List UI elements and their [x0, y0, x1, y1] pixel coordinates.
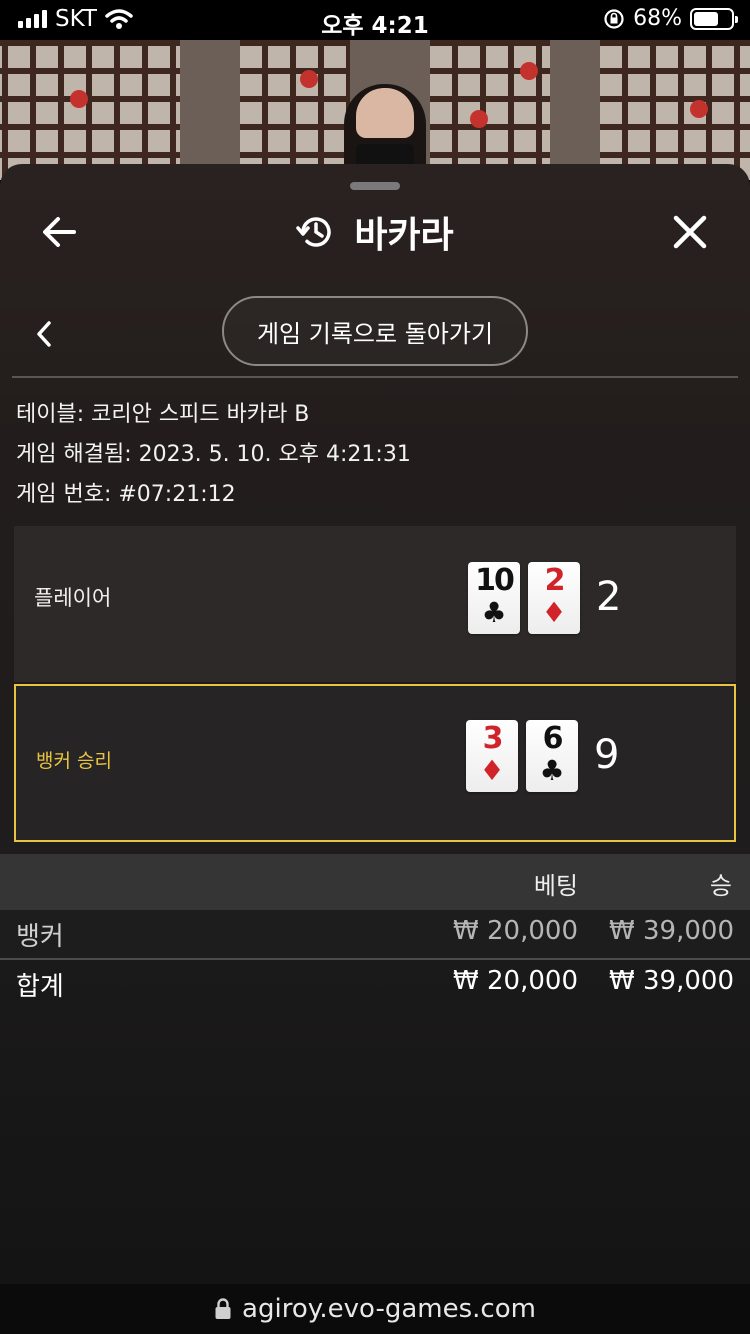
back-to-history-button[interactable]: 게임 기록으로 돌아가기 [222, 296, 528, 366]
total-row: 합계 ₩ 20,000 ₩ 39,000 [0, 960, 750, 1008]
card-suit: ♦ [541, 596, 567, 629]
card-rank: 3 [482, 721, 504, 756]
panel-header: 바카라 [0, 206, 750, 258]
blossom [520, 62, 538, 80]
sub-back-button[interactable] [30, 316, 60, 352]
bet-type-label: 뱅커 [16, 922, 64, 952]
playing-card: 2 ♦ [528, 562, 580, 634]
url-text: agiroy.evo-games.com [242, 1294, 536, 1324]
resolved-time: 게임 해결됨: 2023. 5. 10. 오후 4:21:31 [16, 442, 411, 467]
chevron-left-icon [37, 321, 51, 347]
total-win-amount: ₩ 39,000 [609, 966, 734, 996]
lattice-panel [0, 40, 180, 180]
win-column-header: 승 [709, 872, 732, 900]
lattice-panel [430, 40, 550, 180]
player-result-row: 플레이어 10 ♣ 2 ♦ 2 [14, 526, 736, 682]
live-video-background [0, 40, 750, 180]
browser-url-bar[interactable]: agiroy.evo-games.com [0, 1284, 750, 1334]
history-icon [296, 217, 332, 247]
lock-icon [215, 1298, 231, 1319]
close-icon [673, 215, 707, 249]
bet-table-header: 베팅 승 [0, 854, 750, 910]
banker-score: 9 [594, 732, 620, 778]
divider [12, 376, 738, 378]
page-title: 바카라 [354, 215, 454, 256]
blossom [70, 90, 88, 108]
banker-result-row: 뱅커 승리 3 ♦ 6 ♣ 9 [14, 684, 736, 842]
blossom [300, 70, 318, 88]
total-label: 합계 [16, 972, 64, 1002]
history-panel: 바카라 게임 기록으로 돌아가기 테이블: 코리안 스피드 바카라 B 게임 해… [0, 164, 750, 1284]
status-bar: SKT 오후 4:21 68% [0, 0, 750, 40]
lattice-panel [600, 40, 750, 180]
dealer-face [356, 88, 414, 138]
blossom [470, 110, 488, 128]
card-rank: 6 [542, 721, 564, 756]
lattice-panel [240, 40, 350, 180]
card-suit: ♣ [539, 754, 565, 787]
table-name: 테이블: 코리안 스피드 바카라 B [16, 402, 310, 427]
playing-card: 6 ♣ [526, 720, 578, 792]
win-amount: ₩ 39,000 [609, 916, 734, 946]
total-bet-amount: ₩ 20,000 [453, 966, 578, 996]
bet-amount: ₩ 20,000 [453, 916, 578, 946]
game-number: 게임 번호: #07:21:12 [16, 482, 236, 507]
table-row: 뱅커 ₩ 20,000 ₩ 39,000 [0, 910, 750, 958]
orientation-lock-icon [604, 8, 624, 29]
player-label: 플레이어 [34, 586, 112, 610]
close-button[interactable] [668, 210, 712, 254]
bet-column-header: 베팅 [533, 872, 578, 900]
card-rank: 2 [544, 563, 566, 598]
player-score: 2 [596, 574, 622, 620]
card-suit: ♣ [481, 596, 507, 629]
card-suit: ♦ [479, 754, 505, 787]
playing-card: 3 ♦ [466, 720, 518, 792]
blossom [690, 100, 708, 118]
card-rank: 10 [475, 563, 515, 598]
battery-group: 68% [603, 6, 738, 31]
battery-percent: 68% [633, 6, 682, 31]
playing-card: 10 ♣ [468, 562, 520, 634]
battery-icon [690, 7, 738, 30]
drag-handle[interactable] [350, 182, 400, 190]
banker-win-label: 뱅커 승리 [36, 750, 112, 772]
